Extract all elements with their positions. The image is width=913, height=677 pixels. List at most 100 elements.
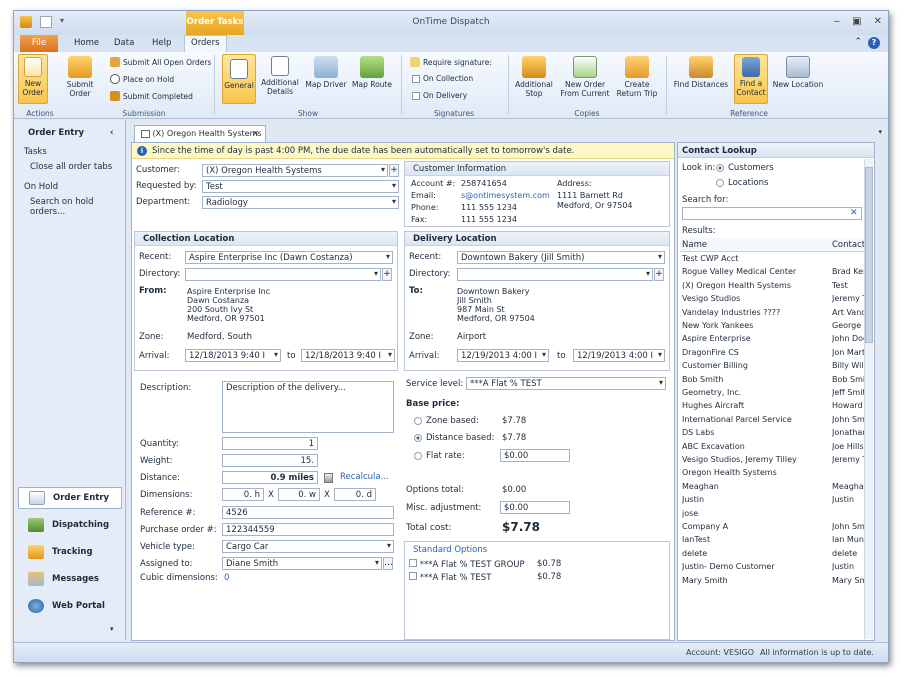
- locations-radio[interactable]: Locations: [716, 178, 768, 188]
- collection-arrival-to-field[interactable]: 12/18/2013 9:40 I: [301, 349, 395, 362]
- dimension-width-input[interactable]: 0. w: [278, 488, 320, 501]
- table-row[interactable]: Bob Smith Bob Smit: [682, 375, 864, 388]
- nav-web-portal[interactable]: Web Portal: [18, 595, 122, 617]
- on-delivery-checkbox[interactable]: On Delivery: [412, 91, 467, 100]
- on-collection-check[interactable]: [412, 74, 420, 83]
- additional-details-button[interactable]: Additional Details: [260, 56, 300, 104]
- find-distances-button[interactable]: Find Distances: [672, 56, 730, 104]
- delivery-directory-select[interactable]: [457, 268, 653, 281]
- zone-based-radio[interactable]: Zone based:: [414, 416, 479, 426]
- table-row[interactable]: Vandelay Industries ???? Art Vand: [682, 308, 864, 321]
- submit-completed-button[interactable]: Submit Completed: [110, 91, 193, 101]
- weight-input[interactable]: 15.: [222, 454, 318, 467]
- dimension-depth-input[interactable]: 0. d: [334, 488, 376, 501]
- delivery-arrival-from-field[interactable]: 12/19/2013 4:00 I: [457, 349, 549, 362]
- collection-arrival-from-field[interactable]: 12/18/2013 9:40 I: [185, 349, 281, 362]
- maximize-icon[interactable]: ▣: [852, 16, 861, 27]
- description-textarea[interactable]: Description of the delivery...: [222, 381, 394, 433]
- tab-list-icon[interactable]: ▾: [878, 128, 882, 136]
- table-row[interactable]: Rogue Valley Medical Center Brad Ker: [682, 267, 864, 280]
- search-on-hold-link[interactable]: Search on hold orders...: [14, 192, 125, 217]
- flat-rate-radio[interactable]: Flat rate:: [414, 451, 465, 461]
- vertical-scrollbar[interactable]: [864, 159, 873, 639]
- place-on-hold-button[interactable]: Place on Hold: [110, 74, 174, 84]
- table-row[interactable]: (X) Oregon Health Systems Test: [682, 281, 864, 294]
- calculator-icon[interactable]: [324, 473, 333, 483]
- table-row[interactable]: Vesigo Studios Jeremy T: [682, 294, 864, 307]
- table-row[interactable]: Company A John Smi: [682, 522, 864, 535]
- customers-radio-dot[interactable]: [716, 163, 724, 172]
- contact-search-input[interactable]: [682, 207, 862, 220]
- table-row[interactable]: Mary Smith Mary Sm: [682, 576, 864, 589]
- close-all-order-tabs-link[interactable]: Close all order tabs: [14, 157, 125, 172]
- flat-rate-radio-dot[interactable]: [414, 451, 422, 460]
- add-delivery-location-button[interactable]: +: [654, 268, 664, 281]
- customers-radio[interactable]: Customers: [716, 163, 774, 173]
- tab-help[interactable]: Help: [152, 38, 171, 48]
- column-name-header[interactable]: Name: [682, 240, 707, 250]
- table-row[interactable]: International Parcel Service John Smi: [682, 415, 864, 428]
- column-contact-header[interactable]: Contact: [832, 240, 865, 250]
- distance-based-radio-dot[interactable]: [414, 433, 422, 442]
- submit-order-button[interactable]: Submit Order: [62, 56, 98, 104]
- ribbon-collapse-icon[interactable]: ⌃: [854, 37, 862, 47]
- map-route-button[interactable]: Map Route: [350, 56, 394, 104]
- distance-input[interactable]: 0.9 miles: [222, 471, 318, 484]
- misc-adjustment-input[interactable]: $0.00: [500, 501, 570, 514]
- table-row[interactable]: jose: [682, 509, 864, 522]
- collapse-panel-icon[interactable]: ‹: [110, 128, 114, 138]
- map-driver-button[interactable]: Map Driver: [304, 56, 348, 104]
- table-row[interactable]: Justin- Demo Customer Justin: [682, 562, 864, 575]
- new-order-from-current-button[interactable]: New Order From Current: [560, 56, 610, 104]
- table-row[interactable]: IanTest Ian Munr: [682, 535, 864, 548]
- new-location-button[interactable]: New Location: [772, 56, 824, 104]
- on-collection-checkbox[interactable]: On Collection: [412, 74, 473, 83]
- nav-more-icon[interactable]: ▾: [110, 625, 114, 633]
- table-row[interactable]: Hughes Aircraft Howard I: [682, 401, 864, 414]
- order-document-tab[interactable]: (X) Oregon Health Systems ✕: [134, 125, 266, 142]
- tab-data[interactable]: Data: [114, 38, 134, 48]
- delivery-recent-select[interactable]: Downtown Bakery (Jill Smith): [457, 251, 665, 264]
- table-row[interactable]: ABC Excavation Joe Hills: [682, 442, 864, 455]
- new-order-button[interactable]: New Order: [18, 54, 48, 104]
- recalculate-link[interactable]: Recalcula...: [340, 472, 389, 482]
- clear-search-icon[interactable]: ✕: [850, 208, 858, 218]
- assigned-to-select[interactable]: Diane Smith: [222, 557, 382, 570]
- table-row[interactable]: Justin Justin: [682, 495, 864, 508]
- collection-recent-select[interactable]: Aspire Enterprise Inc (Dawn Costanza): [185, 251, 393, 264]
- purchase-order-input[interactable]: 122344559: [222, 523, 394, 536]
- table-row[interactable]: Meaghan Meaghar: [682, 482, 864, 495]
- table-row[interactable]: delete delete: [682, 549, 864, 562]
- requested-by-select[interactable]: Test: [202, 180, 399, 193]
- table-row[interactable]: Vesigo Studios, Jeremy Tilley Jeremy T: [682, 455, 864, 468]
- table-row[interactable]: DragonFire CS Jon Mart: [682, 348, 864, 361]
- table-row[interactable]: Customer Billing Billy Willi: [682, 361, 864, 374]
- email-link[interactable]: s@ontimesystem.com: [461, 191, 550, 200]
- additional-stop-button[interactable]: Additional Stop: [514, 56, 554, 104]
- minimize-icon[interactable]: ‒: [834, 16, 840, 27]
- vehicle-type-select[interactable]: Cargo Car: [222, 540, 394, 553]
- table-row[interactable]: Geometry, Inc. Jeff Smit: [682, 388, 864, 401]
- zone-based-radio-dot[interactable]: [414, 416, 422, 425]
- customer-select[interactable]: (X) Oregon Health Systems: [202, 164, 388, 177]
- on-delivery-check[interactable]: [412, 91, 420, 100]
- locations-radio-dot[interactable]: [716, 178, 724, 187]
- flat-rate-input[interactable]: $0.00: [500, 449, 570, 462]
- scrollbar-thumb[interactable]: [865, 167, 873, 343]
- collection-directory-select[interactable]: [185, 268, 381, 281]
- add-collection-location-button[interactable]: +: [382, 268, 392, 281]
- tab-file[interactable]: File: [20, 35, 58, 52]
- dimension-height-input[interactable]: 0. h: [222, 488, 264, 501]
- nav-dispatching[interactable]: Dispatching: [18, 514, 122, 536]
- table-row[interactable]: New York Yankees George S: [682, 321, 864, 334]
- find-a-contact-button[interactable]: Find a Contact: [734, 54, 768, 104]
- close-tab-icon[interactable]: ✕: [252, 129, 259, 138]
- table-row[interactable]: Oregon Health Systems: [682, 468, 864, 481]
- department-select[interactable]: Radiology: [202, 196, 399, 209]
- option-checkbox[interactable]: [409, 572, 417, 580]
- option-row[interactable]: ***A Flat % TEST: [409, 572, 491, 583]
- quantity-input[interactable]: 1: [222, 437, 318, 450]
- nav-messages[interactable]: Messages: [18, 568, 122, 590]
- general-button[interactable]: General: [222, 54, 256, 104]
- table-row[interactable]: Test CWP Acct: [682, 254, 864, 267]
